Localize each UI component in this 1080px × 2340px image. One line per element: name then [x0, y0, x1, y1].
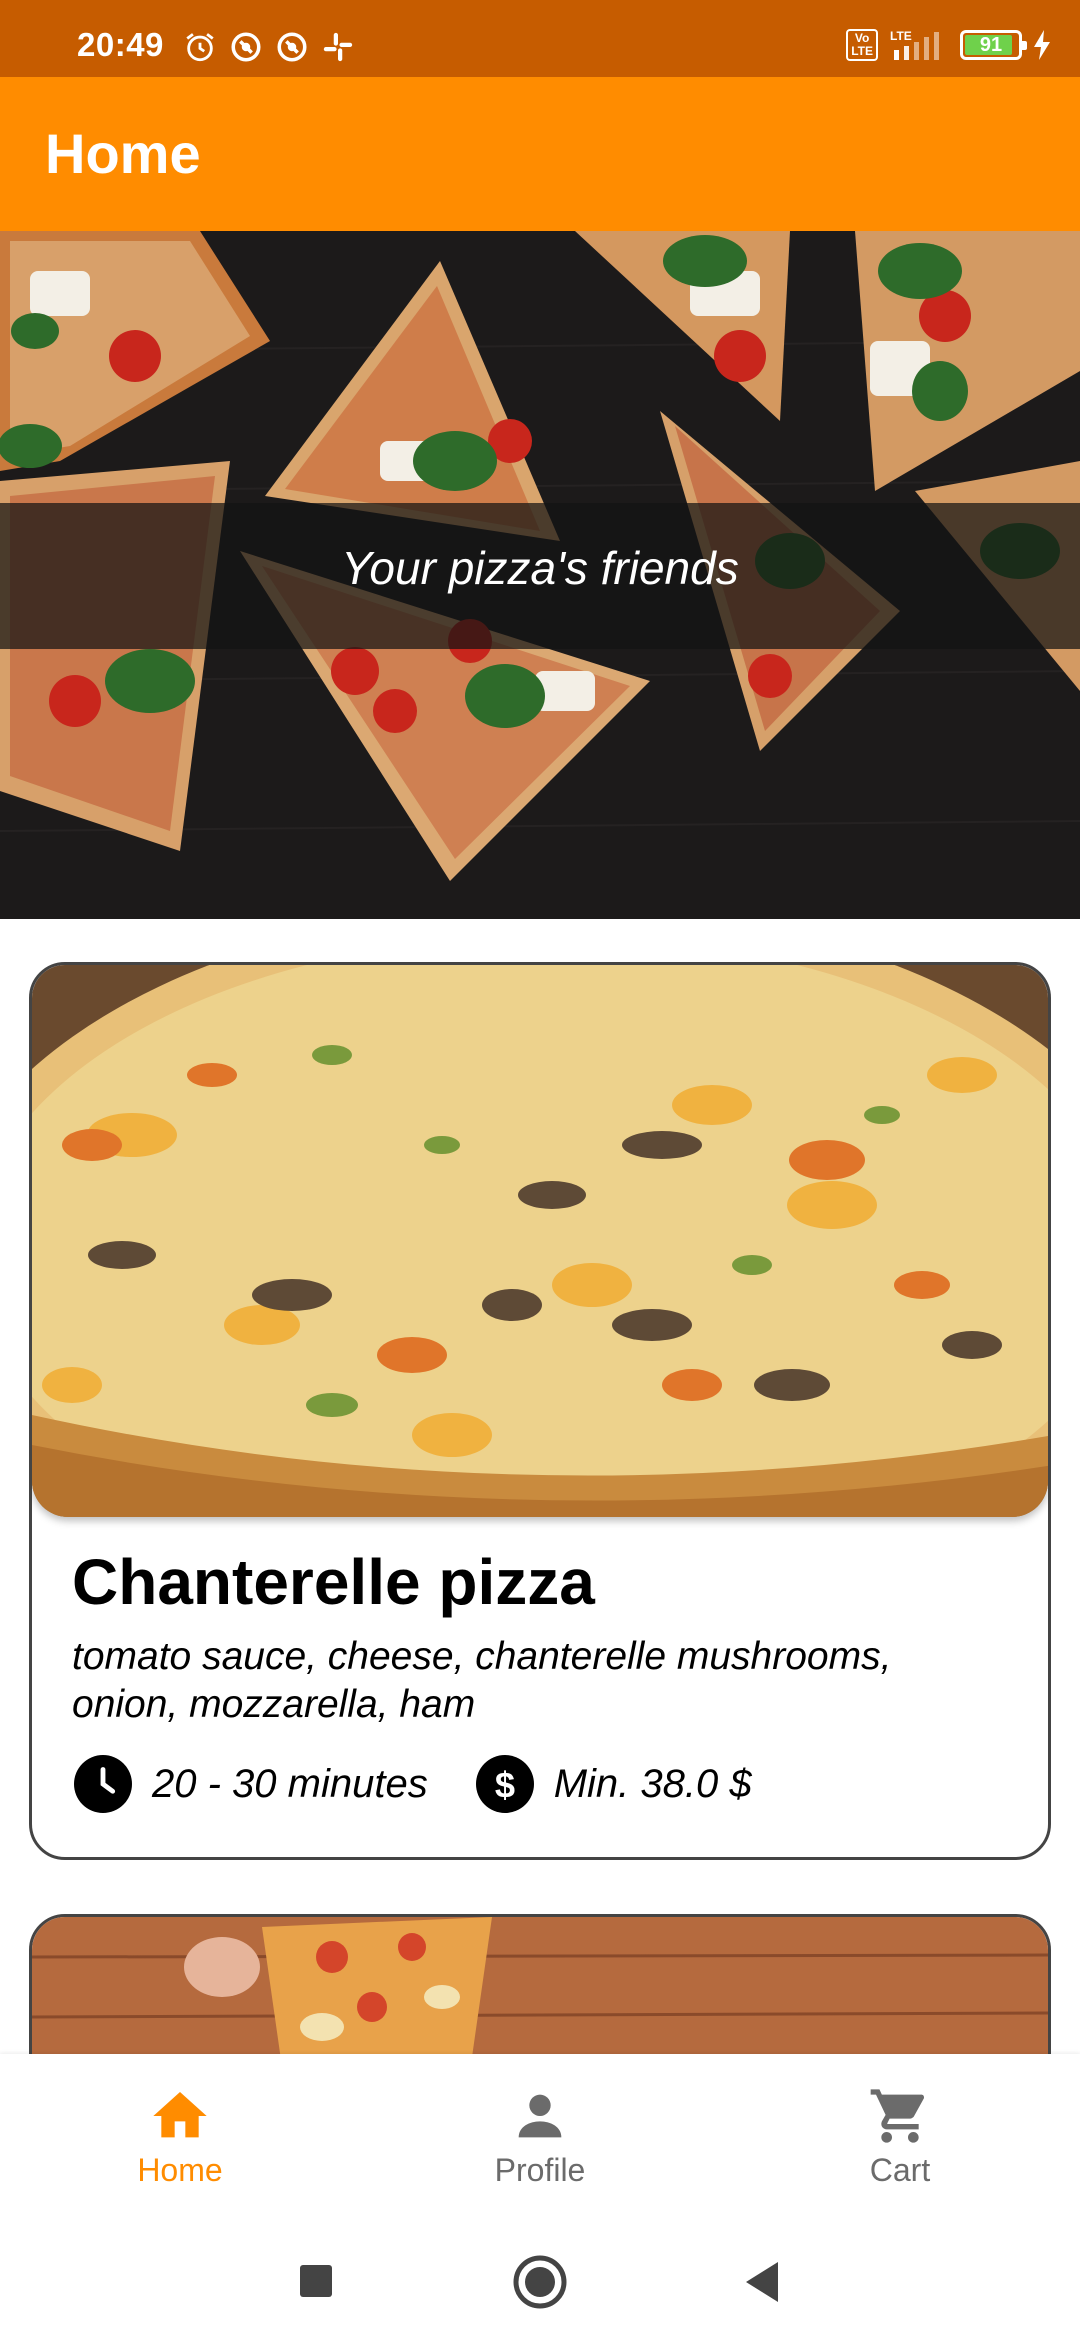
dollar-icon: $ [475, 1755, 534, 1813]
svg-text:$: $ [495, 1764, 515, 1805]
network-type: LTE [890, 29, 912, 43]
delivery-time: 20 - 30 minutes [152, 1761, 428, 1806]
pizza-meta: 20 - 30 minutes $ Min. 38.0 $ [74, 1755, 752, 1813]
person-icon [518, 2094, 562, 2138]
pizza-card[interactable]: Chanterelle pizza tomato sauce, cheese, … [29, 962, 1051, 1860]
nav-profile-label: Profile [494, 2152, 586, 2188]
min-price: Min. 38.0 $ [553, 1761, 752, 1806]
battery-icon: 91 [960, 30, 1027, 60]
page-title: Home [45, 122, 201, 185]
hero-tagline: Your pizza's friends [341, 542, 739, 594]
charging-icon [1034, 30, 1050, 60]
home-icon [153, 2092, 207, 2138]
nav-cart[interactable]: Cart [720, 2054, 1080, 2224]
app-notification-icon [231, 32, 261, 62]
back-button[interactable] [742, 2252, 782, 2312]
nav-home-label: Home [137, 2152, 223, 2188]
hero-banner: Your pizza's friends [0, 231, 1080, 919]
slack-icon [323, 32, 353, 62]
app-bar: Home [0, 77, 1080, 231]
nav-profile[interactable]: Profile [360, 2054, 720, 2224]
system-indicators: Vo LTE LTE 91 [846, 28, 1052, 62]
nav-cart-label: Cart [869, 2152, 931, 2188]
battery-level: 91 [979, 34, 1003, 56]
pizza-ingredients: tomato sauce, cheese, chanterelle mushro… [72, 1635, 892, 1726]
alarm-icon [186, 33, 214, 62]
cart-icon [870, 2089, 924, 2143]
home-button[interactable] [512, 2252, 568, 2312]
nav-home[interactable]: Home [0, 2054, 360, 2224]
app-notification-icon [277, 32, 307, 62]
signal-icon: LTE [890, 29, 939, 60]
notification-icons [183, 30, 355, 64]
status-time: 20:49 [77, 26, 164, 63]
system-navigation-bar [0, 2224, 1080, 2340]
pizza-name: Chanterelle pizza [72, 1546, 595, 1618]
pizza-image [32, 965, 1048, 1517]
clock-icon [74, 1755, 132, 1813]
bottom-navigation: Home Profile Cart [0, 2054, 1080, 2224]
recents-button[interactable] [298, 2252, 334, 2312]
volte-icon: Vo LTE [846, 29, 878, 61]
status-bar: 20:49 Vo LTE LTE 91 [0, 0, 1080, 77]
